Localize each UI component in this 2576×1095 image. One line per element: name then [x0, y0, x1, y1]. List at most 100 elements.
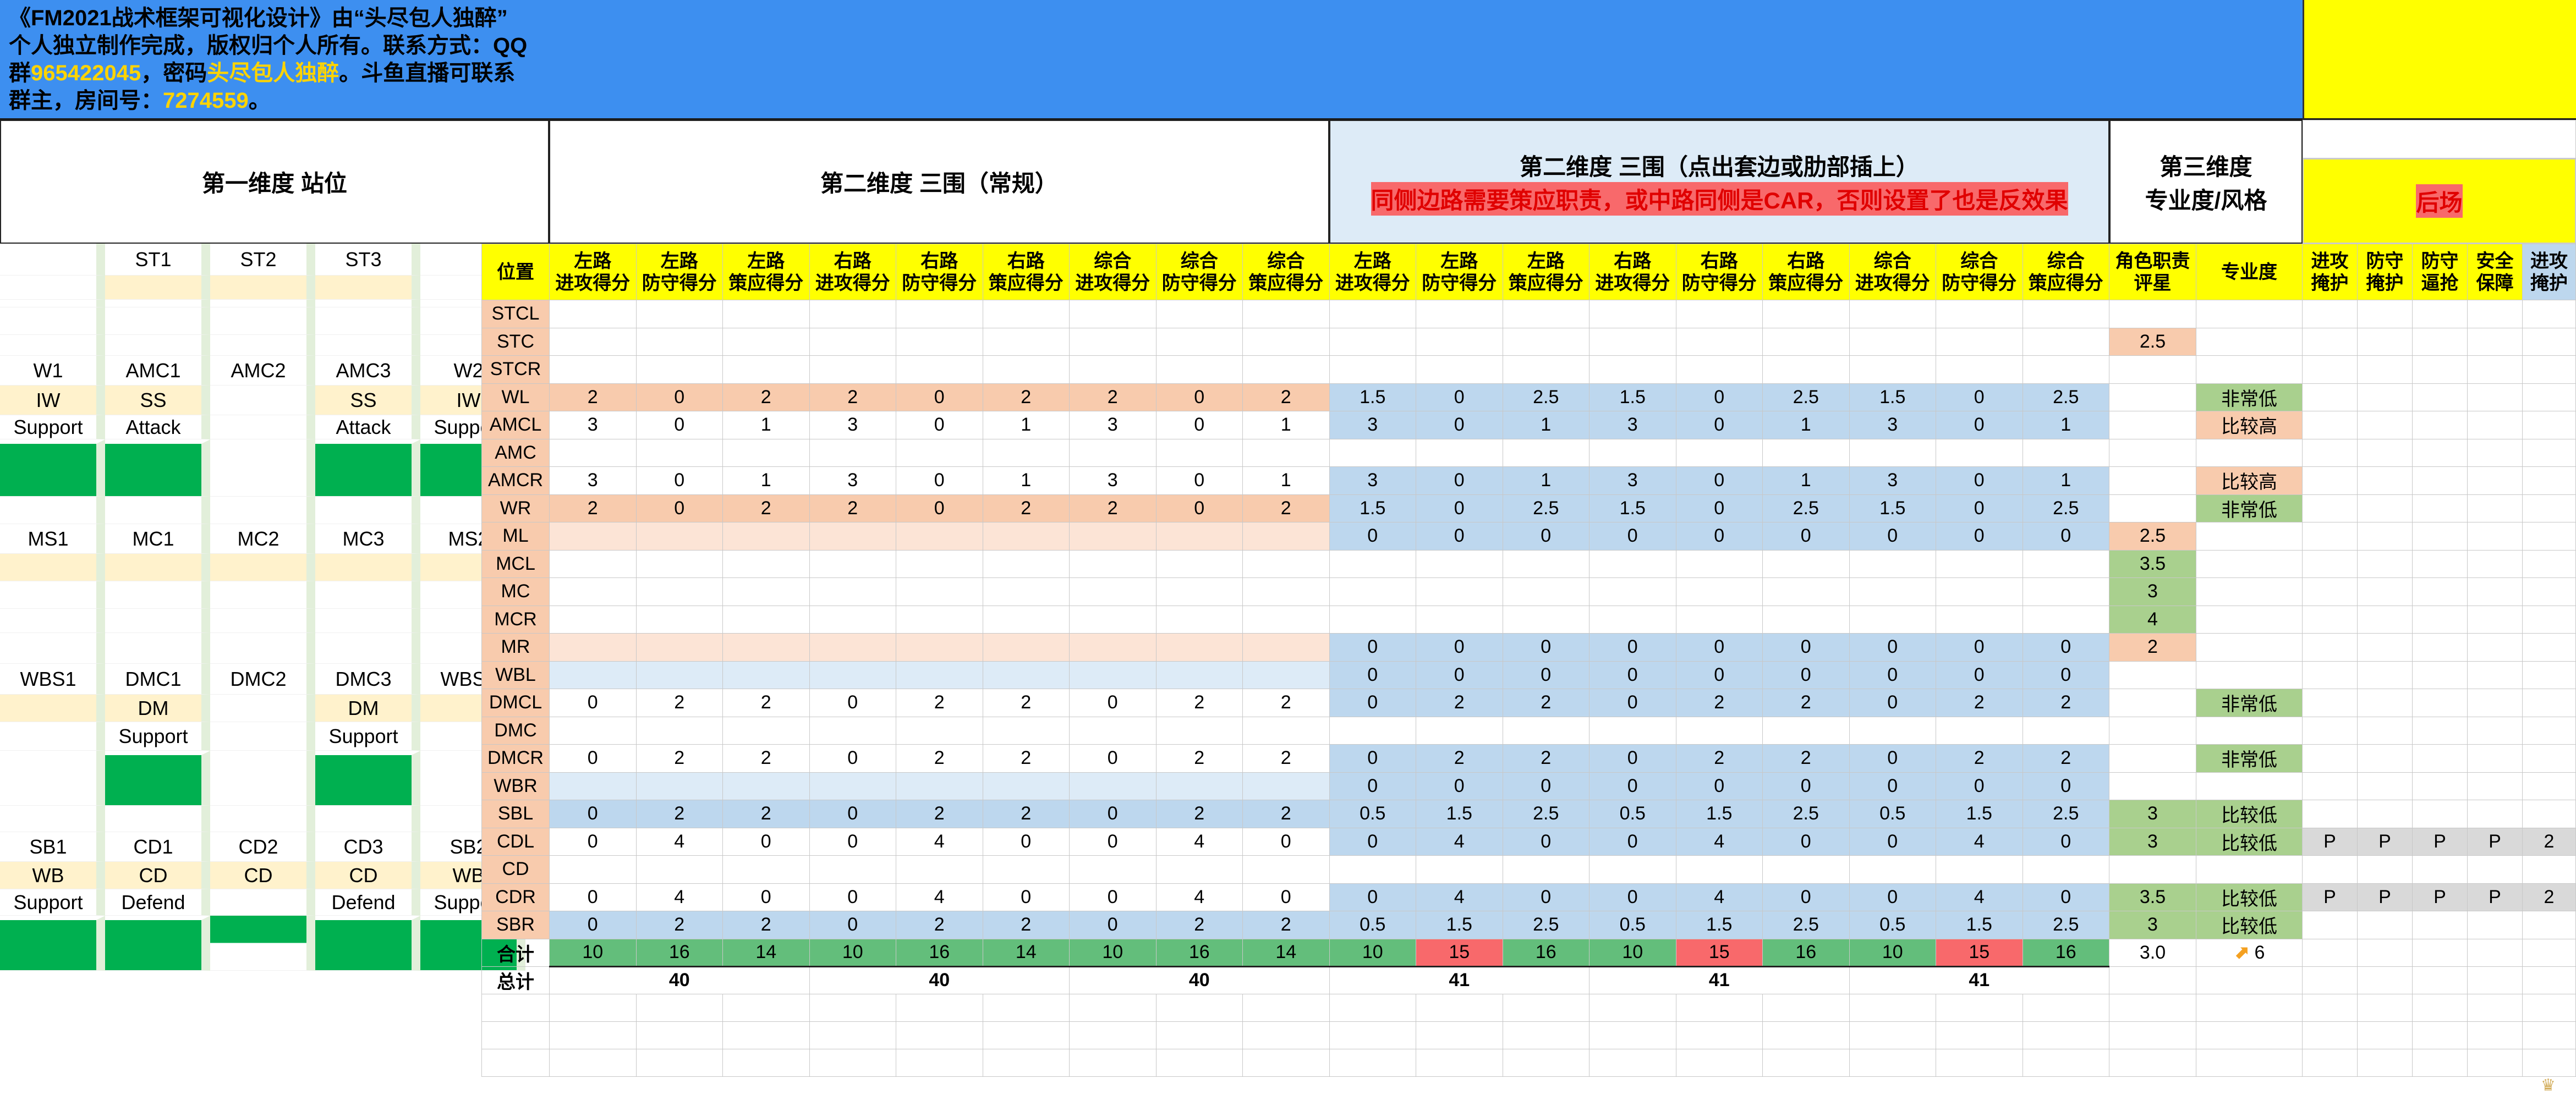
backfield-cell[interactable]: [2357, 938, 2413, 967]
blank-cell[interactable]: [1936, 1048, 2023, 1077]
score-cell[interactable]: 2: [896, 800, 983, 828]
backfield-cell[interactable]: [2357, 522, 2413, 551]
position-cell[interactable]: CDL: [481, 827, 550, 856]
score-cell-overlap[interactable]: 0: [1329, 661, 1416, 689]
score-cell-overlap[interactable]: 3: [1329, 411, 1416, 439]
formation-cell[interactable]: [105, 581, 210, 609]
blank-cell[interactable]: [2302, 993, 2358, 1022]
score-cell[interactable]: 2: [982, 800, 1070, 828]
score-cell-overlap[interactable]: 0: [2022, 883, 2109, 911]
score-cell[interactable]: 0: [982, 883, 1070, 911]
backfield-cell[interactable]: [2412, 661, 2468, 689]
role-rating-cell[interactable]: [2109, 438, 2196, 467]
formation-slot-cd[interactable]: CD: [315, 862, 420, 889]
score-cell-overlap[interactable]: 0: [1329, 689, 1416, 717]
backfield-cell[interactable]: [2467, 383, 2523, 411]
score-cell[interactable]: 0: [1242, 827, 1330, 856]
backfield-cell[interactable]: [2302, 772, 2358, 800]
backfield-cell[interactable]: [2522, 494, 2576, 522]
score-cell-overlap[interactable]: 0: [1675, 494, 1763, 522]
backfield-cell[interactable]: [2467, 522, 2523, 551]
professionalism-cell[interactable]: [2196, 577, 2303, 606]
score-cell-overlap[interactable]: 0: [2022, 661, 2109, 689]
professionalism-cell[interactable]: [2196, 300, 2303, 328]
blank-cell[interactable]: [809, 1048, 896, 1077]
formation-slot-st1[interactable]: ST1: [105, 244, 210, 276]
score-cell[interactable]: [635, 549, 723, 578]
formation-slot-support[interactable]: Support: [315, 722, 420, 751]
score-cell-overlap[interactable]: 0: [2022, 633, 2109, 662]
score-cell[interactable]: 0: [635, 466, 723, 495]
backfield-cell[interactable]: [2522, 938, 2576, 967]
formation-slot-dm[interactable]: DM: [105, 695, 210, 722]
backfield-cell[interactable]: [2302, 327, 2358, 356]
subtotal-cell[interactable]: 16: [635, 938, 723, 967]
score-cell-overlap[interactable]: [2022, 327, 2109, 356]
backfield-cell[interactable]: [2522, 800, 2576, 828]
role-rating-cell[interactable]: [2109, 300, 2196, 328]
formation-slot-mc1[interactable]: MC1: [105, 524, 210, 554]
formation-slot-support[interactable]: Support: [0, 415, 105, 439]
blank-cell[interactable]: [2412, 993, 2468, 1022]
column-header-backfield[interactable]: 进攻 掩护: [2522, 244, 2576, 300]
score-cell[interactable]: [1242, 716, 1330, 745]
formation-cell[interactable]: [315, 276, 420, 300]
score-cell[interactable]: [1069, 522, 1157, 551]
column-header-score[interactable]: 右路 进攻得分: [1589, 244, 1676, 300]
score-cell[interactable]: [1155, 661, 1243, 689]
blank-cell[interactable]: [982, 993, 1070, 1022]
score-cell-overlap[interactable]: [1675, 355, 1763, 384]
formation-cell[interactable]: [0, 751, 105, 806]
score-cell[interactable]: [722, 716, 810, 745]
score-cell-overlap[interactable]: [2022, 716, 2109, 745]
formation-slot-support[interactable]: Support: [0, 889, 105, 916]
backfield-cell[interactable]: [2522, 355, 2576, 384]
score-cell[interactable]: [722, 855, 810, 884]
backfield-cell[interactable]: [2467, 911, 2523, 939]
score-cell-overlap[interactable]: 0: [1589, 661, 1676, 689]
score-cell[interactable]: [635, 300, 723, 328]
formation-slot-amc2[interactable]: AMC2: [210, 356, 315, 386]
score-cell-overlap[interactable]: 4: [1675, 883, 1763, 911]
position-cell[interactable]: WBL: [481, 661, 550, 689]
score-cell[interactable]: [1242, 633, 1330, 662]
blank-cell[interactable]: [2196, 993, 2303, 1022]
backfield-cell[interactable]: [2302, 300, 2358, 328]
score-cell[interactable]: [1155, 605, 1243, 634]
score-cell-overlap[interactable]: 1.5: [1675, 911, 1763, 939]
blank-cell[interactable]: [1675, 1021, 1763, 1049]
score-cell[interactable]: 3: [809, 411, 896, 439]
backfield-cell[interactable]: [2357, 411, 2413, 439]
backfield-cell[interactable]: [2412, 411, 2468, 439]
score-cell-overlap[interactable]: 2.5: [1762, 911, 1850, 939]
score-cell-overlap[interactable]: 0: [1416, 466, 1503, 495]
role-rating-cell[interactable]: 3: [2109, 911, 2196, 939]
score-cell-overlap[interactable]: [1936, 327, 2023, 356]
formation-cell[interactable]: [315, 300, 420, 307]
blank-cell[interactable]: [2412, 1021, 2468, 1049]
score-cell-overlap[interactable]: [1589, 300, 1676, 328]
backfield-cell[interactable]: [2302, 466, 2358, 495]
backfield-cell[interactable]: [2412, 689, 2468, 717]
score-cell-overlap[interactable]: 0: [1936, 772, 2023, 800]
blank-cell[interactable]: [2412, 966, 2468, 994]
score-cell-overlap[interactable]: 3: [1329, 466, 1416, 495]
total-cell-overlap[interactable]: 41: [1589, 965, 1850, 994]
score-cell-overlap[interactable]: [2022, 549, 2109, 578]
position-cell[interactable]: ML: [481, 522, 550, 551]
formation-cell[interactable]: [105, 806, 210, 832]
score-cell-overlap[interactable]: [1329, 855, 1416, 884]
score-cell-overlap[interactable]: [1589, 577, 1676, 606]
score-cell[interactable]: 4: [1155, 827, 1243, 856]
blank-cell[interactable]: [896, 993, 983, 1022]
score-cell[interactable]: [809, 855, 896, 884]
formation-cell[interactable]: [210, 806, 315, 832]
score-cell[interactable]: 0: [549, 800, 637, 828]
blank-cell[interactable]: [2196, 1048, 2303, 1077]
blank-cell[interactable]: [2302, 1048, 2358, 1077]
score-cell-overlap[interactable]: 2.5: [1762, 383, 1850, 411]
backfield-cell[interactable]: [2467, 661, 2523, 689]
score-cell-overlap[interactable]: 0: [1762, 661, 1850, 689]
backfield-cell[interactable]: [2357, 855, 2413, 884]
score-cell-overlap[interactable]: [1936, 855, 2023, 884]
